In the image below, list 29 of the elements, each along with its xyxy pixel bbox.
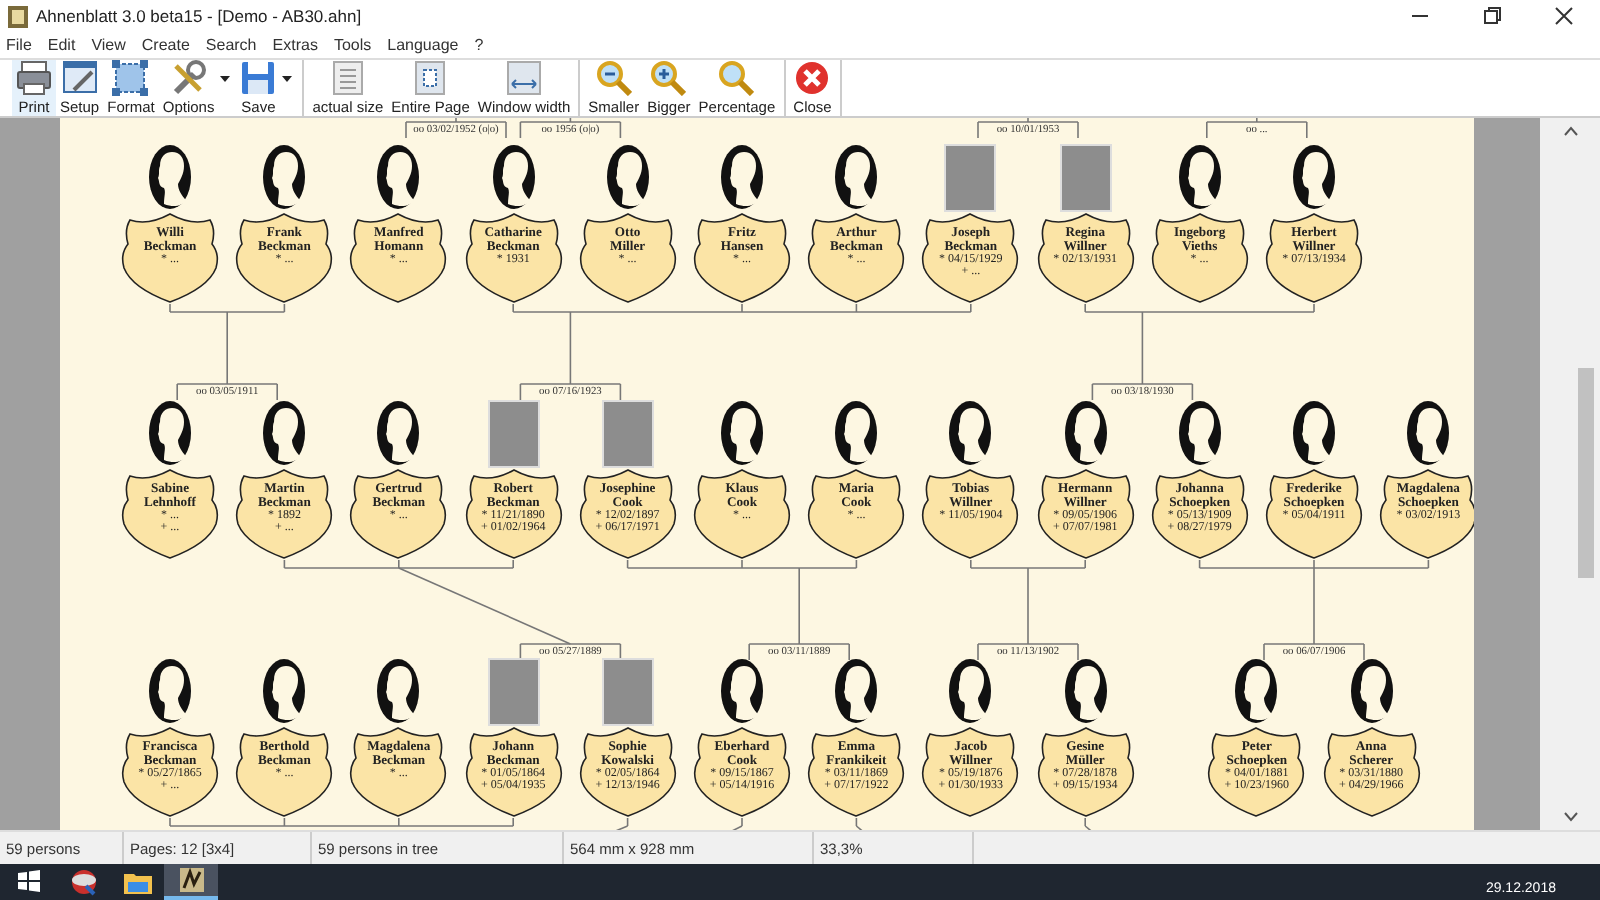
menu-item[interactable]: Edit xyxy=(47,36,76,55)
menu-item[interactable]: File xyxy=(6,36,32,55)
menu-item[interactable]: ? xyxy=(474,36,484,55)
globe-icon xyxy=(67,865,99,898)
dropdown-caret-icon[interactable] xyxy=(220,76,231,83)
zoom-in-icon xyxy=(650,59,687,96)
format-grid-icon xyxy=(112,59,149,96)
scroll-up-icon[interactable] xyxy=(1563,125,1577,136)
app-logo-icon xyxy=(8,5,28,28)
tools-icon xyxy=(170,59,207,96)
window-title: Ahnenblatt 3.0 beta15 - [Demo - AB30.ahn] xyxy=(36,6,364,27)
window-width-icon xyxy=(506,59,543,96)
menu-item[interactable]: Extras xyxy=(272,36,318,55)
maximize-icon[interactable] xyxy=(1482,6,1502,27)
page-setup-icon xyxy=(61,59,98,96)
scrollbar-thumb[interactable] xyxy=(1578,368,1594,579)
zoom-out-icon xyxy=(595,59,632,96)
close-icon[interactable] xyxy=(1554,6,1574,27)
dropdown-caret-icon[interactable] xyxy=(282,76,293,83)
menu-item[interactable]: Create xyxy=(141,36,190,55)
menu-item[interactable]: Language xyxy=(387,36,459,55)
scroll-down-icon[interactable] xyxy=(1563,812,1577,823)
menu-item[interactable]: Tools xyxy=(333,36,372,55)
menu-item[interactable]: Search xyxy=(205,36,257,55)
magnifier-icon xyxy=(718,59,755,96)
actual-size-icon xyxy=(329,59,366,96)
menu-item[interactable]: View xyxy=(91,36,126,55)
windows-start-icon[interactable] xyxy=(17,870,39,893)
taskbar-app-button[interactable] xyxy=(164,863,218,900)
